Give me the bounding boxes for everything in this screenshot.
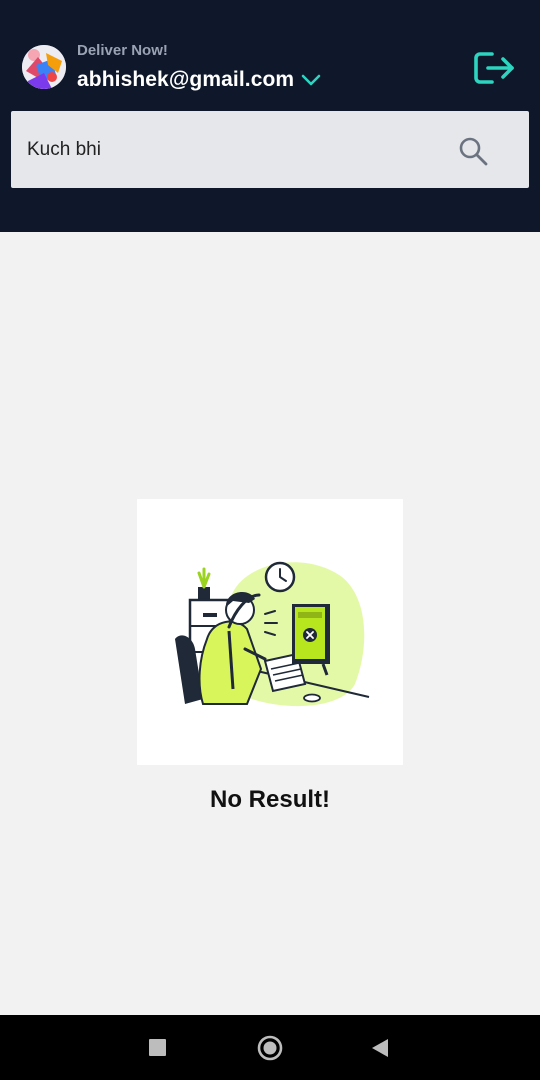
error-computer-illustration <box>137 499 403 765</box>
app-header: Deliver Now! abhishek@gmail.com <box>0 0 540 232</box>
circle-icon[interactable] <box>257 1035 283 1066</box>
square-icon[interactable] <box>149 1039 166 1061</box>
search-icon[interactable] <box>458 136 488 166</box>
logout-icon[interactable] <box>472 48 516 88</box>
account-selector[interactable]: abhishek@gmail.com <box>77 68 322 92</box>
system-navigation-bar <box>0 1015 540 1080</box>
chevron-down-icon[interactable] <box>300 73 322 87</box>
search-bar <box>11 111 529 188</box>
account-email: abhishek@gmail.com <box>77 68 295 91</box>
search-input[interactable] <box>27 111 447 188</box>
triangle-back-icon[interactable] <box>371 1038 389 1063</box>
no-result-message: No Result! <box>210 786 330 813</box>
profile-avatar-icon[interactable] <box>22 45 66 89</box>
deliver-now-label: Deliver Now! <box>77 42 168 59</box>
